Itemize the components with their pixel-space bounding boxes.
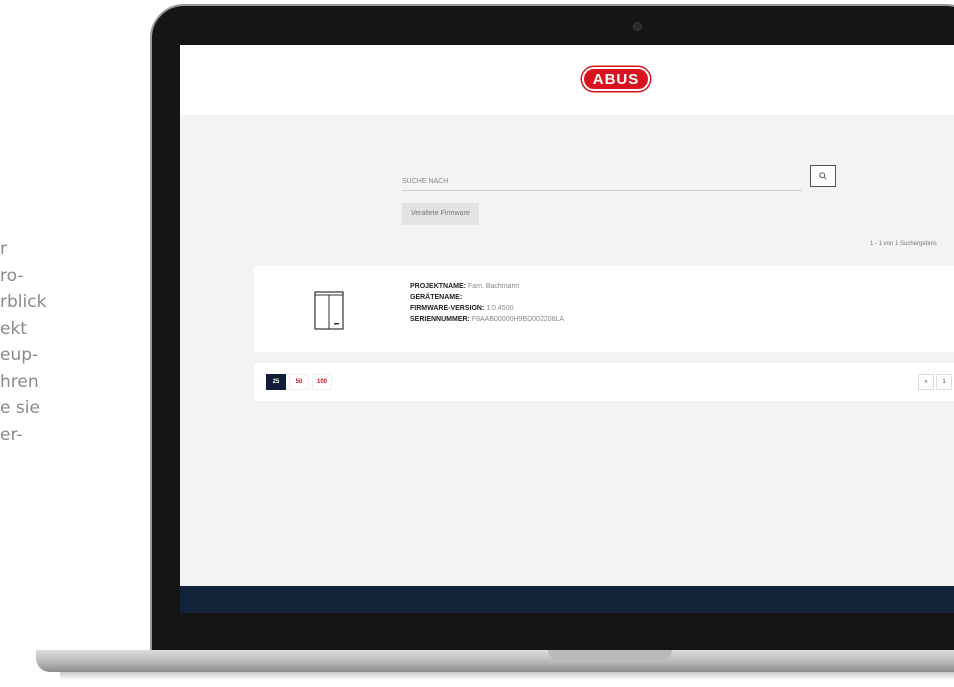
outdated-firmware-filter-button[interactable]: Veraltete Firmware — [402, 203, 479, 225]
firmware-label: FIRMWARE-VERSION: — [410, 305, 485, 312]
device-result-card[interactable]: PROJEKTNAME: Fam. Bachmann GERÄTENAME: F… — [254, 266, 954, 352]
page-size-100[interactable]: 100 — [312, 374, 332, 390]
prev-page-button[interactable]: « — [918, 374, 934, 390]
marketing-line: r — [0, 239, 7, 259]
search-field — [402, 170, 802, 191]
serial-value: F8AAB00000H9BD002208LA — [471, 316, 565, 323]
laptop-notch — [548, 650, 672, 660]
search-button[interactable] — [810, 165, 836, 187]
page-size-25[interactable]: 25 — [266, 374, 286, 390]
project-row: PROJEKTNAME: Fam. Bachmann — [410, 281, 564, 292]
app-footer — [180, 586, 954, 613]
marketing-line: er- — [0, 424, 23, 445]
firmware-row: FIRMWARE-VERSION: 1.0.4500 — [410, 303, 564, 314]
pagination-bar: 25 50 100 « 1 — [254, 363, 954, 401]
firmware-value: 1.0.4500 — [486, 305, 514, 312]
project-value: Fam. Bachmann — [467, 283, 520, 290]
laptop-base — [36, 650, 954, 672]
abus-logo[interactable]: ABUS — [582, 67, 650, 91]
page-size-50[interactable]: 50 — [289, 374, 309, 390]
app-header: ABUS — [180, 45, 954, 115]
search-input[interactable] — [402, 174, 782, 189]
project-label: PROJEKTNAME: — [410, 283, 467, 290]
marketing-line: eup- — [0, 345, 39, 365]
marketing-line: rblick — [0, 292, 47, 312]
device-icon — [314, 291, 344, 330]
search-icon — [819, 172, 827, 180]
serial-row: SERIENNUMMER: F8AAB00000H9BD002208LA — [410, 314, 564, 325]
marketing-line: hren — [0, 371, 39, 392]
laptop-shadow — [60, 672, 954, 680]
marketing-line: ekt — [0, 318, 27, 339]
device-details: PROJEKTNAME: Fam. Bachmann GERÄTENAME: F… — [410, 281, 564, 325]
laptop-screen: ABUS Veraltete Firmware 1 - 1 von 1 Such… — [180, 45, 954, 613]
marketing-line: e sie — [0, 398, 40, 418]
marketing-text: r ro- rblick ekt eup- hren e sie er- — [0, 236, 120, 448]
page-1-button[interactable]: 1 — [936, 374, 952, 390]
camera-icon — [633, 22, 642, 31]
results-count: 1 - 1 von 1 Suchergebnis — [870, 241, 937, 247]
device-name-label: GERÄTENAME: — [410, 294, 463, 301]
serial-label: SERIENNUMMER: — [410, 316, 470, 323]
device-name-row: GERÄTENAME: — [410, 292, 564, 303]
marketing-line: ro- — [0, 265, 24, 286]
